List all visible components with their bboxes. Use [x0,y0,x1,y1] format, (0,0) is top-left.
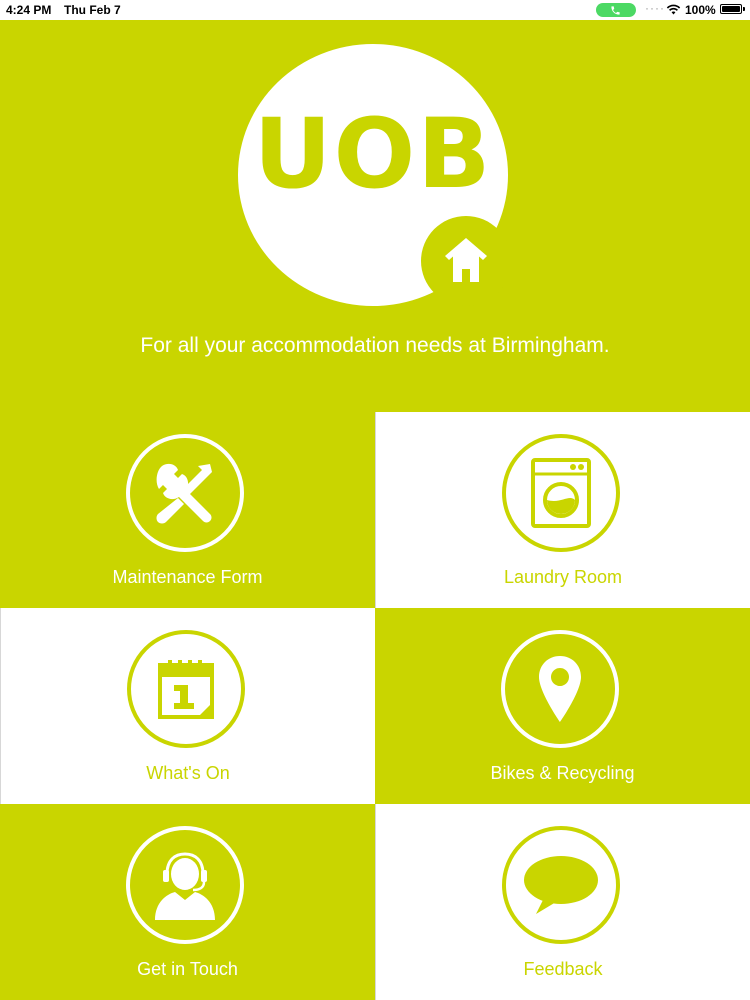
get-in-touch-label: Get in Touch [137,959,238,979]
whats-on-button[interactable]: What's On [0,608,375,804]
laundry-room-button[interactable]: Laundry Room [375,412,750,608]
tagline: For all your accommodation needs at Birm… [140,334,610,357]
maintenance-form-button[interactable]: Maintenance Form [0,412,375,608]
tools-icon [126,434,244,552]
status-date: Thu Feb 7 [64,3,121,17]
whats-on-label: What's On [146,763,230,783]
status-bar: 4:24 PM Thu Feb 7 ···· 100% [0,0,750,20]
signal-dots-icon: ···· [645,1,665,15]
bikes-recycling-button[interactable]: Bikes & Recycling [375,608,750,804]
wifi-icon [666,4,681,15]
calendar-icon [127,630,245,748]
laundry-room-label: Laundry Room [503,567,623,587]
location-pin-icon [501,630,619,748]
battery-percent: 100% [685,3,716,17]
menu-grid: Maintenance Form Laundry Room What's On … [0,412,750,1000]
battery-icon [720,4,745,14]
feedback-button[interactable]: Feedback [375,804,750,1000]
status-time: 4:24 PM [6,3,52,17]
washing-machine-icon [502,434,620,552]
bikes-recycling-label: Bikes & Recycling [490,763,635,783]
maintenance-form-label: Maintenance Form [112,567,263,587]
logo-text: UOB [253,98,493,210]
get-in-touch-button[interactable]: Get in Touch [0,804,375,1000]
feedback-label: Feedback [523,959,603,979]
headset-person-icon [126,826,244,944]
header-banner: UOB For all your accommodation needs at … [0,20,750,412]
house-icon [421,216,511,306]
phone-call-icon[interactable] [596,3,636,17]
speech-bubble-icon [502,826,620,944]
